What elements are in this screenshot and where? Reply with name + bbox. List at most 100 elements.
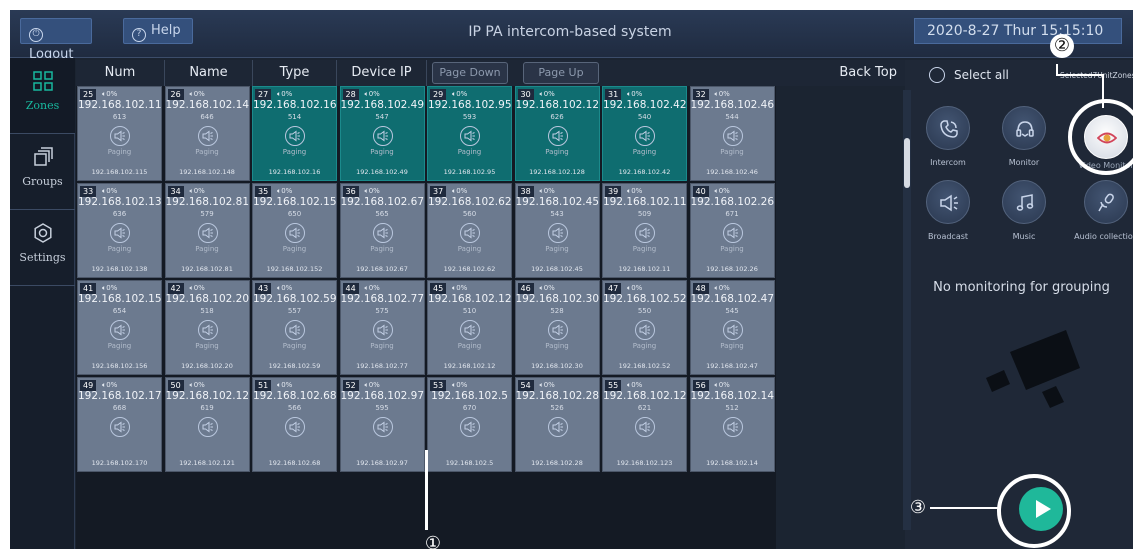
zone-tile[interactable]: 27 🔈︎0% 192.168.102.16 514 Paging 192.168.102… bbox=[252, 86, 337, 181]
zone-code: 544 bbox=[725, 113, 739, 121]
help-button[interactable]: ? Help bbox=[123, 18, 193, 44]
zone-ip-small: 192.168.102.128 bbox=[529, 168, 585, 176]
gear-icon bbox=[33, 223, 52, 243]
zone-code: 595 bbox=[375, 404, 389, 412]
nav-settings-label: Settings bbox=[19, 251, 66, 264]
zone-mode: Paging bbox=[720, 342, 744, 350]
zone-ip-small: 192.168.102.138 bbox=[91, 265, 148, 273]
zone-tile[interactable]: 44 🔈︎0% 192.168.102.77 575 Paging 192.168.102… bbox=[339, 280, 425, 375]
zone-tile[interactable]: 25 🔈︎0% 192.168.102.115 613 Paging 192.168.10… bbox=[77, 86, 162, 181]
zone-ip: 192.168.102.16 bbox=[253, 99, 337, 111]
zone-mode: Paging bbox=[545, 148, 569, 156]
zone-tile[interactable]: 41 🔈︎0% 192.168.102.156 654 Paging 192.168.10… bbox=[77, 280, 162, 375]
back-top-button[interactable]: Back Top bbox=[839, 60, 897, 86]
zone-tile[interactable]: 40 🔈︎0% 192.168.102.26 671 Paging 192.168.102… bbox=[689, 183, 775, 278]
zone-tile[interactable]: 33 🔈︎0% 192.168.102.138 636 Paging 192.168.10… bbox=[77, 183, 162, 278]
zone-mode: Paging bbox=[282, 148, 307, 156]
intercom-button[interactable] bbox=[926, 106, 970, 150]
zone-code: 528 bbox=[550, 307, 564, 315]
zone-tile[interactable]: 54 🔈︎0% 192.168.102.28 526 192.168.102.28 bbox=[514, 377, 600, 472]
logout-button[interactable]: ⏻Logout bbox=[20, 18, 92, 62]
zone-tile[interactable]: 52 🔈︎0% 192.168.102.97 595 192.168.102.97 bbox=[339, 377, 425, 472]
grid-icon bbox=[32, 71, 53, 91]
zone-tile[interactable]: 51 🔈︎0% 192.168.102.68 566 192.168.102.68 bbox=[252, 377, 337, 472]
zone-tile[interactable]: 31 🔈︎0% 192.168.102.42 540 Paging 192.168.102… bbox=[602, 86, 687, 181]
zone-ip-small: 192.168.102.81 bbox=[181, 265, 233, 273]
zone-tile[interactable]: 36 🔈︎0% 192.168.102.67 565 Paging 192.168.102… bbox=[339, 183, 425, 278]
callout-line-2b bbox=[1056, 74, 1104, 76]
zone-code: 636 bbox=[112, 210, 127, 218]
microphone-icon bbox=[1098, 193, 1114, 212]
select-all-radio[interactable] bbox=[929, 67, 945, 83]
broadcast-button[interactable] bbox=[926, 180, 970, 224]
zone-tile[interactable]: 30 🔈︎0% 192.168.102.128 626 Paging 192.168.10… bbox=[514, 86, 600, 181]
zone-ip-small: 192.168.102.47 bbox=[706, 362, 758, 370]
zone-tile[interactable]: 42 🔈︎0% 192.168.102.20 518 Paging 192.168.102… bbox=[164, 280, 250, 375]
speaker-icon bbox=[372, 223, 393, 243]
header-type[interactable]: Type bbox=[253, 60, 337, 86]
zone-tile[interactable]: 35 🔈︎0% 192.168.102.152 650 Paging 192.168.10… bbox=[252, 183, 337, 278]
zone-ip: 192.168.102.59 bbox=[253, 293, 337, 305]
monitor-button[interactable] bbox=[1002, 106, 1046, 150]
zone-mode: Paging bbox=[195, 342, 219, 350]
speaker-icon bbox=[547, 126, 568, 146]
zone-tile[interactable]: 38 🔈︎0% 192.168.102.45 543 Paging 192.168.102… bbox=[514, 183, 600, 278]
zone-tile[interactable]: 28 🔈︎0% 192.168.102.49 547 Paging 192.168.102… bbox=[339, 86, 425, 181]
zone-tile[interactable]: 48 🔈︎0% 192.168.102.47 545 Paging 192.168.102… bbox=[689, 280, 775, 375]
zone-tile[interactable]: 26 🔈︎0% 192.168.102.148 646 Paging 192.168.10… bbox=[164, 86, 250, 181]
zone-tile[interactable]: 49 🔈︎0% 192.168.102.170 668 192.168.102.170 bbox=[77, 377, 162, 472]
zone-code: 646 bbox=[200, 113, 214, 121]
zone-tile[interactable]: 47 🔈︎0% 192.168.102.52 550 Paging 192.168.102… bbox=[602, 280, 687, 375]
speaker-icon bbox=[110, 320, 130, 340]
zone-tile[interactable]: 29 🔈︎0% 192.168.102.95 593 Paging 192.168.102… bbox=[427, 86, 512, 181]
zone-mode: Paging bbox=[370, 148, 394, 156]
zone-code: 545 bbox=[725, 307, 739, 315]
zone-tile[interactable]: 50 🔈︎0% 192.168.102.121 619 192.168.102.121 bbox=[164, 377, 250, 472]
zone-tile[interactable]: 45 🔈︎0% 192.168.102.12 510 Paging 192.168.102… bbox=[427, 280, 512, 375]
monitor-label: Monitor bbox=[1008, 158, 1040, 167]
speaker-icon bbox=[197, 223, 218, 243]
zone-ip: 192.168.102.62 bbox=[428, 196, 512, 208]
zone-ip: 192.168.102.12 bbox=[428, 293, 512, 305]
zone-tile[interactable]: 37 🔈︎0% 192.168.102.62 560 Paging 192.168.102… bbox=[427, 183, 512, 278]
speaker-icon bbox=[110, 417, 130, 437]
zone-tile[interactable]: 55 🔈︎0% 192.168.102.123 621 192.168.102.123 bbox=[602, 377, 687, 472]
zone-code: 619 bbox=[200, 404, 214, 412]
zone-ip: 192.168.102.121 bbox=[165, 390, 250, 402]
zone-tile[interactable]: 53 🔈︎0% 192.168.102.5 670 192.168.102.5 bbox=[427, 377, 512, 472]
speaker-icon bbox=[460, 223, 480, 243]
nav-settings[interactable]: Settings bbox=[10, 210, 75, 286]
header-num[interactable]: Num bbox=[76, 60, 165, 86]
zone-tile[interactable]: 34 🔈︎0% 192.168.102.81 579 Paging 192.168.102… bbox=[164, 183, 250, 278]
page-down-button[interactable]: Page Down bbox=[432, 62, 508, 84]
page-up-button[interactable]: Page Up bbox=[523, 62, 599, 84]
nav-zones[interactable]: Zones bbox=[10, 58, 75, 134]
zone-ip: 192.168.102.68 bbox=[253, 390, 337, 402]
audio-collection-button[interactable] bbox=[1084, 180, 1128, 224]
nav-groups[interactable]: Groups bbox=[10, 134, 75, 210]
zone-tile[interactable]: 32 🔈︎0% 192.168.102.46 544 Paging 192.168.102… bbox=[689, 86, 775, 181]
zone-ip-small: 192.168.102.42 bbox=[618, 168, 671, 176]
callout-line-3 bbox=[930, 507, 998, 509]
music-button[interactable] bbox=[1002, 180, 1046, 224]
header-name[interactable]: Name bbox=[165, 60, 253, 86]
zone-ip-small: 192.168.102.52 bbox=[618, 362, 671, 370]
select-all-row[interactable]: Select all Selected7UnitZones bbox=[910, 62, 1133, 90]
zone-code: 579 bbox=[200, 210, 214, 218]
zone-mode: Paging bbox=[457, 342, 482, 350]
header-device-ip[interactable]: Device IP bbox=[337, 60, 427, 86]
zone-mode: Paging bbox=[370, 245, 394, 253]
layers-icon bbox=[33, 147, 53, 166]
zone-tile[interactable]: 56 🔈︎0% 192.168.102.14 512 192.168.102.14 bbox=[689, 377, 775, 472]
select-all-label: Select all bbox=[954, 68, 1009, 82]
zone-mode: Paging bbox=[632, 342, 657, 350]
zone-tile[interactable]: 39 🔈︎0% 192.168.102.11 509 Paging 192.168.102… bbox=[602, 183, 687, 278]
speaker-icon bbox=[372, 417, 393, 437]
callout-3: ③ bbox=[909, 497, 927, 518]
callout-line-1 bbox=[425, 450, 428, 530]
zone-mode: Paging bbox=[370, 342, 394, 350]
zone-tile[interactable]: 46 🔈︎0% 192.168.102.30 528 Paging 192.168.102… bbox=[514, 280, 600, 375]
speaker-icon bbox=[547, 417, 568, 437]
datetime-display: 2020-8-27 Thur 15:15:10 bbox=[914, 18, 1122, 44]
zone-tile[interactable]: 43 🔈︎0% 192.168.102.59 557 Paging 192.168.102… bbox=[252, 280, 337, 375]
